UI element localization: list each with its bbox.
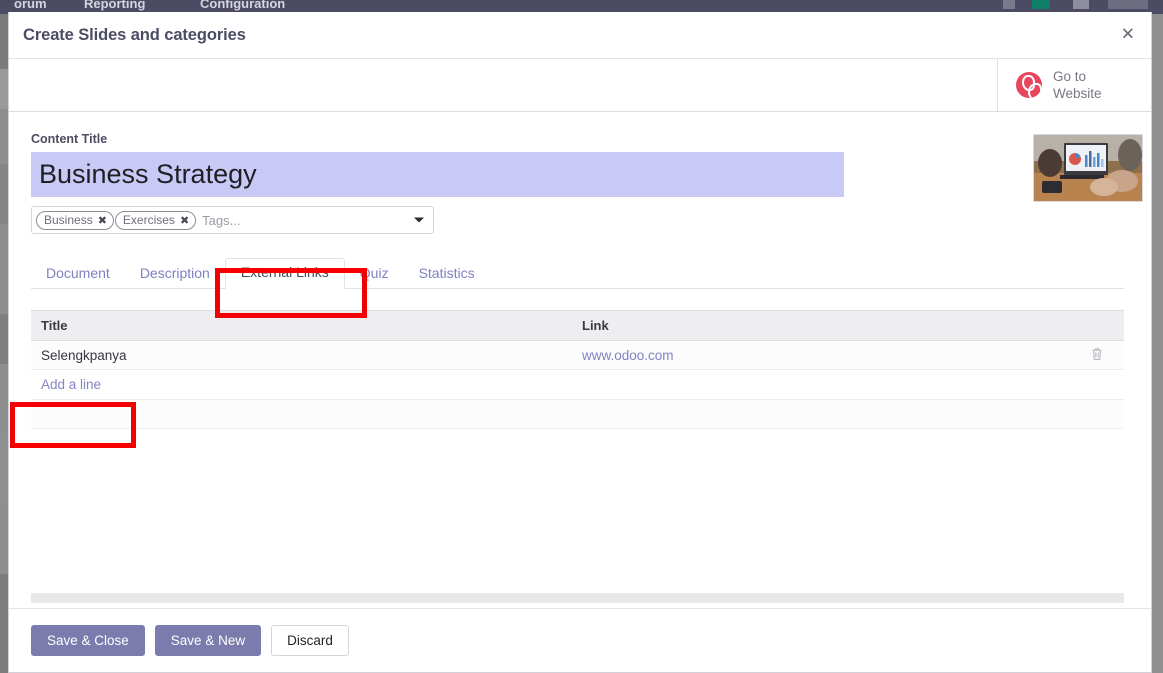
trash-icon[interactable] bbox=[1091, 347, 1103, 364]
empty-cell-3 bbox=[1069, 399, 1124, 429]
dialog-sheet: Content Title Business Strategy Business… bbox=[9, 112, 1151, 608]
discard-button[interactable]: Discard bbox=[271, 624, 349, 657]
save-and-new-button[interactable]: Save & New bbox=[154, 624, 262, 657]
tag-business[interactable]: Business ✖ bbox=[36, 210, 114, 230]
link-odoo[interactable]: www.odoo.com bbox=[582, 348, 674, 363]
tag-business-label: Business bbox=[44, 213, 93, 227]
slide-thumbnail bbox=[1033, 134, 1143, 202]
tab-statistics[interactable]: Statistics bbox=[404, 261, 490, 288]
add-a-line-spacer-2 bbox=[1069, 369, 1124, 400]
content-title-input[interactable]: Business Strategy bbox=[31, 152, 844, 197]
cell-link[interactable]: www.odoo.com bbox=[572, 340, 1069, 370]
save-and-close-button[interactable]: Save & Close bbox=[31, 624, 145, 657]
bg-menu-configuration: Configuration bbox=[200, 0, 286, 11]
column-header-title: Title bbox=[31, 310, 572, 341]
bg-icon-1 bbox=[1003, 0, 1015, 9]
tab-quiz[interactable]: Quiz bbox=[345, 261, 404, 288]
column-header-link: Link bbox=[572, 310, 1069, 341]
tags-field[interactable]: Business ✖ Exercises ✖ Tags... bbox=[31, 206, 434, 234]
bg-icon-4 bbox=[1108, 0, 1148, 9]
add-a-line-link[interactable]: Add a line bbox=[41, 377, 101, 392]
tag-exercises[interactable]: Exercises ✖ bbox=[114, 210, 197, 230]
cell-title[interactable]: Selengkpanya bbox=[31, 340, 572, 370]
dialog-title: Create Slides and categories bbox=[23, 25, 246, 44]
globe-icon bbox=[1016, 72, 1042, 98]
tab-description[interactable]: Description bbox=[125, 261, 225, 288]
go-to-website-label: Go to Website bbox=[1053, 68, 1102, 101]
go-to-website-button[interactable]: Go to Website bbox=[997, 59, 1151, 111]
bg-menu-forum: orum bbox=[14, 0, 47, 11]
slide-thumbnail-image bbox=[1034, 135, 1142, 201]
add-a-line-spacer-1 bbox=[572, 369, 1069, 400]
add-a-line-row[interactable]: Add a line bbox=[31, 369, 1124, 400]
dialog-footer: Save & Close Save & New Discard bbox=[9, 608, 1151, 672]
tag-business-remove-icon[interactable]: ✖ bbox=[98, 214, 107, 227]
bg-menu-reporting: Reporting bbox=[84, 0, 146, 11]
tag-exercises-label: Exercises bbox=[122, 213, 175, 227]
bg-icon-3 bbox=[1073, 0, 1089, 9]
notebook-tabs: Document Description External Links Quiz… bbox=[31, 258, 1124, 289]
create-slides-dialog: Create Slides and categories ✕ Go to Web… bbox=[8, 12, 1152, 673]
background-right-scrollbar[interactable] bbox=[1152, 14, 1163, 673]
table-empty-row bbox=[31, 399, 1124, 429]
cell-actions bbox=[1069, 340, 1124, 370]
tab-external-links[interactable]: External Links bbox=[224, 258, 345, 289]
dialog-header: Create Slides and categories ✕ bbox=[9, 12, 1151, 59]
close-icon[interactable]: ✕ bbox=[1121, 26, 1135, 44]
tab-document[interactable]: Document bbox=[31, 261, 125, 288]
chevron-down-icon[interactable] bbox=[414, 217, 424, 223]
tag-exercises-remove-icon[interactable]: ✖ bbox=[180, 214, 189, 227]
table-header-row: Title Link bbox=[31, 310, 1124, 341]
horizontal-scrollbar[interactable] bbox=[31, 593, 1124, 603]
external-links-table: Title Link Selengkpanya www.odoo.com Add… bbox=[31, 310, 1124, 429]
table-row[interactable]: Selengkpanya www.odoo.com bbox=[31, 340, 1124, 370]
background-left-sliver bbox=[0, 14, 8, 673]
tags-placeholder: Tags... bbox=[202, 212, 241, 228]
dialog-toolbar: Go to Website bbox=[9, 59, 1151, 112]
empty-cell-1 bbox=[31, 399, 572, 429]
bg-icon-2 bbox=[1032, 0, 1050, 9]
empty-cell-2 bbox=[572, 399, 1069, 429]
column-header-actions bbox=[1068, 310, 1124, 341]
content-title-label: Content Title bbox=[31, 132, 108, 146]
add-a-line-cell[interactable]: Add a line bbox=[31, 369, 572, 400]
